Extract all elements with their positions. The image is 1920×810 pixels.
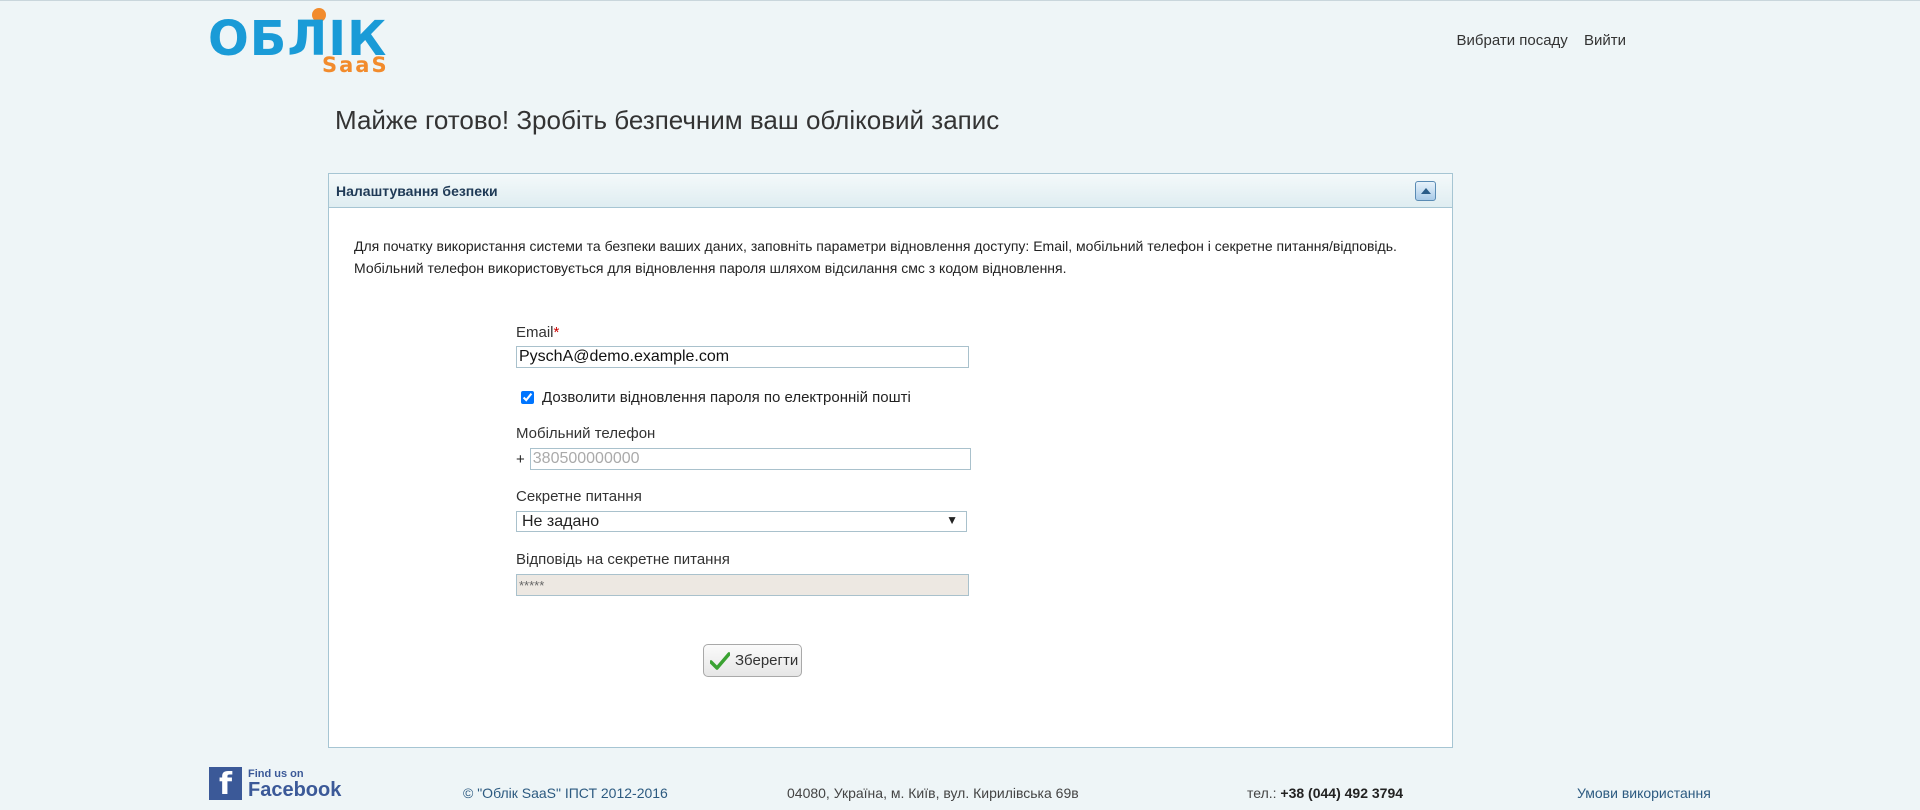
phone-label: Мобільний телефон [516,425,656,442]
save-button[interactable]: Зберегти [703,644,802,677]
phone-info: тел.: +38 (044) 492 3794 [1247,785,1403,801]
top-nav: Вибрати посаду Вийти [1445,32,1627,49]
logo[interactable]: ОБЛІК SaaS [208,5,393,81]
allow-email-recovery-row[interactable]: Дозволити відновлення пароля по електрон… [521,389,911,406]
chevron-up-icon[interactable] [1415,181,1436,201]
email-field[interactable] [516,346,969,368]
secret-question-row: Секретне питання Не задано ▼ [516,488,967,532]
facebook-link[interactable]: f Find us on Facebook [209,767,341,800]
checkmark-icon [710,651,730,670]
email-row: Email* [516,324,969,368]
intro-line-1: Для початку використання системи та безп… [354,238,1397,254]
secret-question-value: Не задано [522,513,600,530]
facebook-icon: f [209,767,242,800]
secret-answer-field [516,574,969,596]
panel-title: Налаштування безпеки [336,183,498,199]
facebook-text: Find us on Facebook [248,768,341,800]
secret-answer-label: Відповідь на секретне питання [516,551,730,568]
security-settings-panel: Налаштування безпеки Для початку викорис… [328,173,1453,748]
choose-position-link[interactable]: Вибрати посаду [1457,32,1568,49]
facebook-big-text: Facebook [248,778,342,801]
secret-question-select[interactable]: Не задано ▼ [516,511,967,532]
phone-field[interactable] [529,448,971,470]
secret-answer-row: Відповідь на секретне питання [516,551,969,596]
email-label: Email* [516,324,560,341]
phone-row: Мобільний телефон + [516,425,971,470]
page-title: Майже готово! Зробіть безпечним ваш облі… [335,105,1000,135]
triangle-down-icon: ▼ [946,513,958,527]
facebook-small-text: Find us on [248,767,304,780]
allow-email-recovery-label: Дозволити відновлення пароля по електрон… [542,389,911,406]
panel-header: Налаштування безпеки [329,174,1452,208]
phone-number: +38 (044) 492 3794 [1280,785,1404,801]
intro-text: Для початку використання системи та безп… [354,235,1424,279]
phone-prefix: + [516,450,525,468]
phone-prefix-text: тел.: [1247,785,1281,801]
intro-line-2: Мобільний телефон використовується для в… [354,260,1067,276]
allow-email-recovery-checkbox[interactable] [521,391,534,404]
phone-input-wrap: + [516,448,971,470]
copyright-link[interactable]: © "Облік SaaS" ІПСТ 2012-2016 [463,785,668,801]
terms-link[interactable]: Умови використання [1577,785,1711,801]
address-text: 04080, Україна, м. Київ, вул. Кирилівськ… [787,785,1079,801]
save-button-label: Зберегти [735,652,799,669]
logo-sub-text: SaaS [322,53,389,77]
required-mark: * [553,324,560,341]
secret-question-label: Секретне питання [516,488,642,505]
logout-link[interactable]: Вийти [1584,32,1626,49]
